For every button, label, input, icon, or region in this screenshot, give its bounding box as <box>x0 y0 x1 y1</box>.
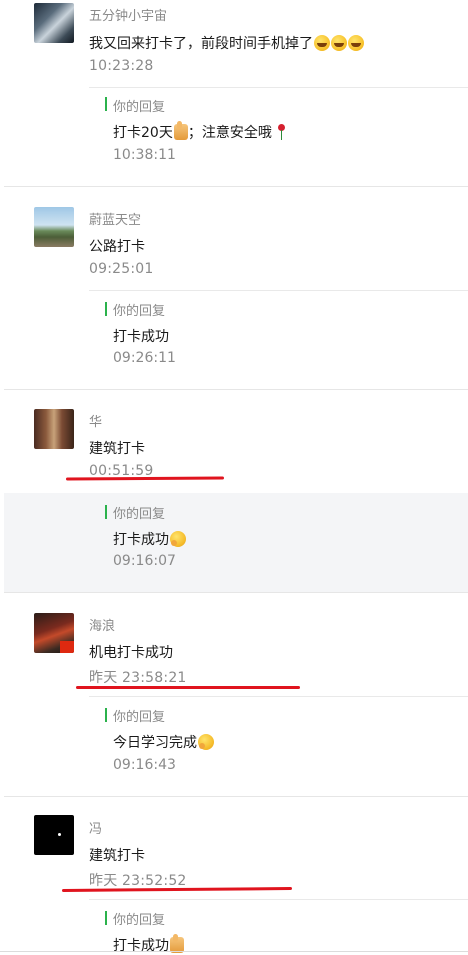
message-item: 海浪 机电打卡成功 昨天 23:58:21 你的回复 今日学习完成 09:16:… <box>0 593 468 796</box>
avatar-dot <box>58 833 61 836</box>
message-item: 华 建筑打卡 00:51:59 你的回复 打卡成功 09:16:07 <box>0 390 468 592</box>
reply-text[interactable]: 打卡20天 ；注意安全哦 <box>113 121 286 142</box>
reply-label: 你的回复 <box>113 913 166 928</box>
sender-name[interactable]: 蔚蓝天空 <box>89 209 141 228</box>
thumbs-up-icon <box>173 121 188 140</box>
message-divider <box>4 186 468 187</box>
message-time: 09:25:01 <box>89 261 154 277</box>
hug-icon <box>198 734 214 750</box>
avatar[interactable] <box>34 815 74 855</box>
reply-time: 09:26:11 <box>113 350 176 366</box>
reply-divider <box>89 290 468 291</box>
message-time: 10:23:28 <box>89 58 154 74</box>
message-text: 机电打卡成功 <box>89 645 173 661</box>
annotation-underline <box>61 886 293 893</box>
reply-text-content: 今日学习完成 <box>113 735 197 751</box>
sender-name[interactable]: 冯 <box>89 818 102 837</box>
avatar[interactable] <box>34 3 74 43</box>
grin-icon <box>331 35 347 51</box>
reply-time: 09:16:43 <box>113 757 176 773</box>
flag-badge <box>60 641 74 653</box>
reply-text-part: 打卡20天 <box>113 125 173 141</box>
reply-indicator-bar <box>105 911 107 925</box>
reply-label: 你的回复 <box>113 710 166 725</box>
rose-icon <box>277 124 286 140</box>
avatar[interactable] <box>34 207 74 247</box>
reply-highlight <box>4 493 468 592</box>
message-text-content: 我又回来打卡了，前段时间手机掉了 <box>89 36 313 52</box>
reply-divider <box>89 696 468 697</box>
reply-time: 10:38:11 <box>113 147 176 163</box>
message-text: 建筑打卡 <box>89 441 145 457</box>
bottom-divider <box>0 951 468 952</box>
sender-name[interactable]: 五分钟小宇宙 <box>89 5 167 24</box>
reply-label: 你的回复 <box>113 507 166 522</box>
message-item: 五分钟小宇宙 我又回来打卡了，前段时间手机掉了 10:23:28 你的回复 打卡… <box>0 0 468 190</box>
message-item: 冯 建筑打卡 昨天 23:52:52 你的回复 打卡成功 <box>0 797 468 954</box>
avatar[interactable] <box>34 409 74 449</box>
hug-icon <box>170 531 186 547</box>
grin-icon <box>348 35 364 51</box>
reply-indicator-bar <box>105 97 107 111</box>
reply-time: 09:16:07 <box>113 553 176 569</box>
reply-indicator-bar <box>105 708 107 722</box>
message-text: 我又回来打卡了，前段时间手机掉了 <box>89 33 364 53</box>
annotation-underline <box>76 686 300 689</box>
reply-label: 你的回复 <box>113 304 166 319</box>
reply-divider <box>89 87 468 88</box>
reply-indicator-bar <box>105 302 107 316</box>
message-time: 昨天 23:58:21 <box>89 670 187 686</box>
reply-label: 你的回复 <box>113 100 166 115</box>
reply-text[interactable]: 打卡成功 <box>113 326 169 346</box>
reply-divider <box>89 899 468 900</box>
reply-indicator-bar <box>105 505 107 519</box>
reply-text[interactable]: 今日学习完成 <box>113 732 214 752</box>
grin-icon <box>314 35 330 51</box>
reply-text[interactable]: 打卡成功 <box>113 934 184 955</box>
reply-text-part: ；注意安全哦 <box>187 125 272 141</box>
message-text: 建筑打卡 <box>89 848 145 864</box>
sender-name[interactable]: 海浪 <box>89 615 115 634</box>
reply-text-content: 打卡成功 <box>113 532 169 548</box>
annotation-underline <box>65 476 225 481</box>
message-text: 公路打卡 <box>89 239 145 255</box>
reply-text[interactable]: 打卡成功 <box>113 529 186 549</box>
message-item: 蔚蓝天空 公路打卡 09:25:01 你的回复 打卡成功 09:26:11 <box>0 190 468 390</box>
sender-name[interactable]: 华 <box>89 411 102 430</box>
avatar[interactable] <box>34 613 74 653</box>
message-time: 昨天 23:52:52 <box>89 873 187 889</box>
